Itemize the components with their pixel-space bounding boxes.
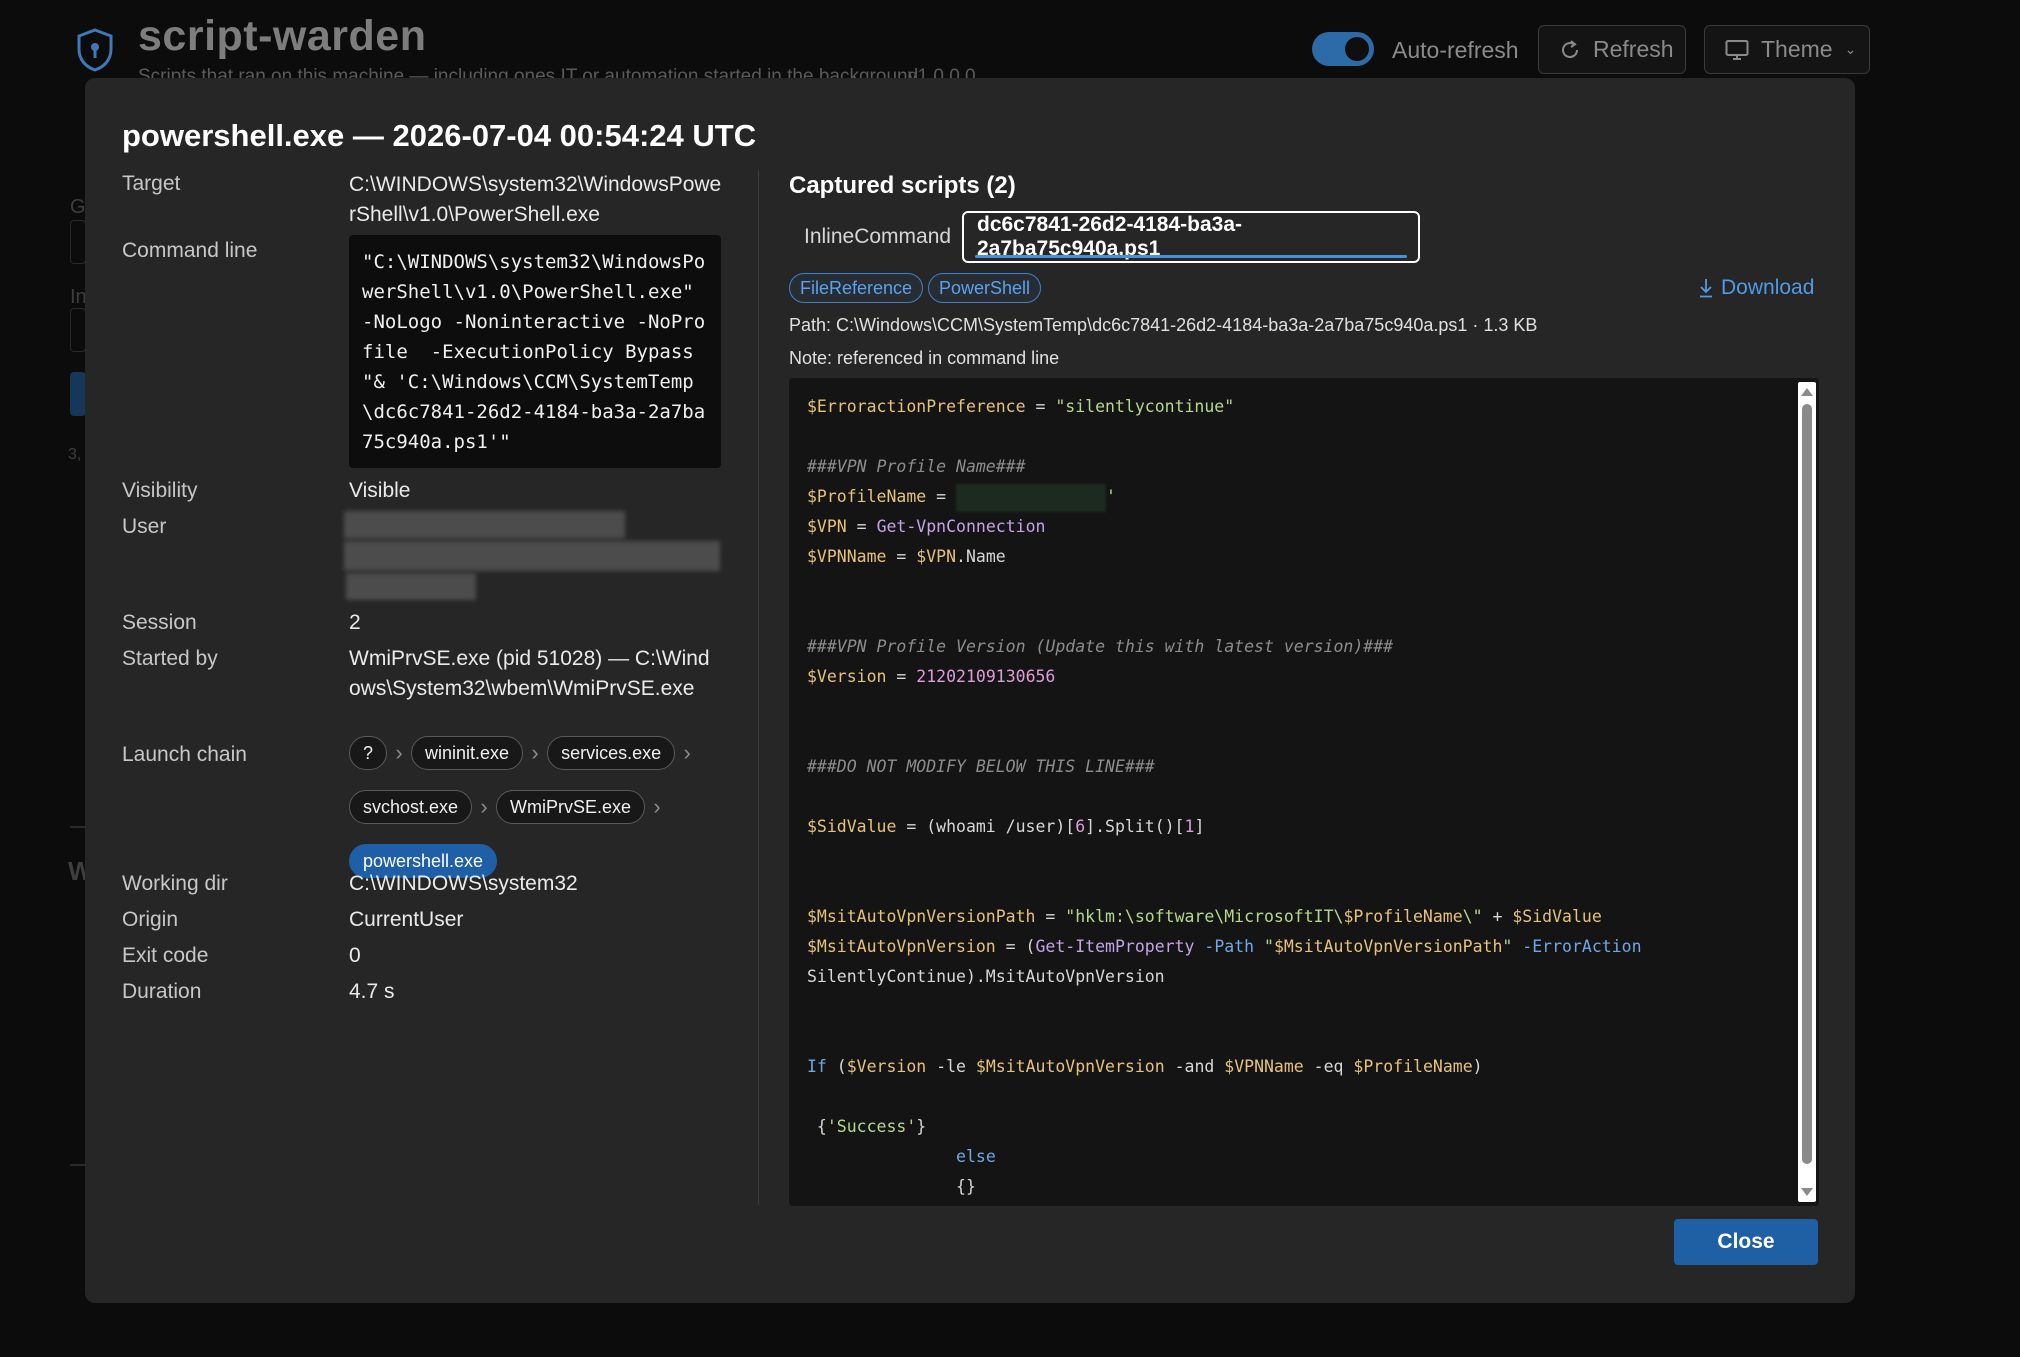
command-line-value: "C:\WINDOWS\system32\WindowsPowerShell\v… [349,235,721,468]
session-value: 2 [349,611,361,634]
script-code-viewer[interactable]: $ErroractionPreference = "silentlycontin… [789,378,1819,1206]
started-by-label: Started by [122,647,218,670]
tab-label: dc6c7841-26d2-4184-ba3a-2a7ba75c940a.ps1 [977,213,1243,260]
chain-item-services[interactable]: services.exe [547,736,676,770]
chain-item-wininit[interactable]: wininit.exe [411,736,524,770]
download-icon [1700,279,1712,298]
redacted-user-line-1 [344,511,625,539]
origin-value: CurrentUser [349,908,464,931]
redacted-user-line-3 [346,573,476,600]
script-details-dialog: powershell.exe — 2026-07-04 00:54:24 UTC… [85,78,1855,1303]
chevron-right-icon: › [395,740,403,765]
column-divider [758,170,759,1205]
duration-label: Duration [122,980,202,1003]
user-label: User [122,515,167,538]
captured-scripts-title: Captured scripts (2) [789,172,1016,199]
scroll-down-icon[interactable] [1801,1188,1813,1196]
badge-powershell: PowerShell [928,273,1042,303]
download-label: Download [1721,276,1815,299]
tab-inline-command[interactable]: InlineCommand [804,211,951,263]
target-value: C:\WINDOWS\system32\WindowsPowerShell\v1… [349,173,722,226]
active-tab-indicator [975,255,1407,258]
visibility-label: Visibility [122,479,198,502]
ghost-divider [70,826,86,828]
dialog-title: powershell.exe — 2026-07-04 00:54:24 UTC [122,118,757,153]
script-code: $ErroractionPreference = "silentlycontin… [807,397,1642,1196]
ghost-input-2 [70,308,86,352]
refresh-button[interactable]: Refresh [1538,25,1686,74]
visibility-value: Visible [349,479,411,502]
script-path: Path: C:\Windows\CCM\SystemTemp\dc6c7841… [789,315,1538,335]
toggle-knob [1345,37,1369,61]
session-label: Session [122,611,197,634]
ghost-button [70,372,86,416]
ghost-divider-2 [70,1164,86,1166]
ghost-input [70,220,86,264]
code-scrollbar[interactable] [1798,382,1816,1202]
redacted-user-line-2 [344,541,720,571]
exit-code-value: 0 [349,944,361,967]
monitor-icon [1725,39,1749,60]
scroll-up-icon[interactable] [1801,388,1813,396]
app-header: script-warden Scripts that ran on this m… [0,0,2020,87]
script-note: Note: referenced in command line [789,348,1060,368]
duration-value: 4.7 s [349,980,395,1003]
working-dir-value: C:\WINDOWS\system32 [349,872,578,895]
close-button[interactable]: Close [1674,1219,1818,1265]
badge-file-reference: FileReference [789,273,924,303]
shield-icon [77,28,113,72]
chevron-right-icon: › [531,740,539,765]
chevron-right-icon: › [653,794,661,819]
chevron-right-icon: › [683,740,691,765]
working-dir-label: Working dir [122,872,228,895]
chain-item-unknown[interactable]: ? [349,736,388,770]
download-link[interactable]: Download [1699,276,1814,300]
origin-label: Origin [122,908,179,931]
tab-script-file[interactable]: dc6c7841-26d2-4184-ba3a-2a7ba75c940a.ps1 [962,211,1420,263]
theme-label: Theme [1761,36,1833,62]
chain-item-wmiprvse[interactable]: WmiPrvSE.exe [496,790,646,824]
chevron-right-icon: › [480,794,488,819]
chain-item-svchost[interactable]: svchost.exe [349,790,473,824]
refresh-label: Refresh [1593,36,1674,62]
target-label: Target [122,172,181,195]
app-title: script-warden [138,12,427,60]
chevron-down-icon: ⌄ [1844,41,1857,57]
command-line-label: Command line [122,239,258,262]
refresh-icon [1562,39,1579,58]
auto-refresh-toggle[interactable] [1312,32,1374,66]
auto-refresh-label: Auto-refresh [1392,37,1519,63]
exit-code-label: Exit code [122,944,209,967]
theme-button[interactable]: Theme ⌄ [1704,25,1870,74]
started-by-value: WmiPrvSE.exe (pid 51028) — C:\Windows\Sy… [349,647,710,700]
scroll-thumb[interactable] [1802,404,1812,1164]
ghost-count: 3, [68,446,82,463]
launch-chain: ? › wininit.exe › services.exe › svchost… [349,736,729,878]
tab-label: InlineCommand [804,225,952,248]
launch-chain-label: Launch chain [122,743,247,766]
redacted-profile-name [956,483,1107,512]
